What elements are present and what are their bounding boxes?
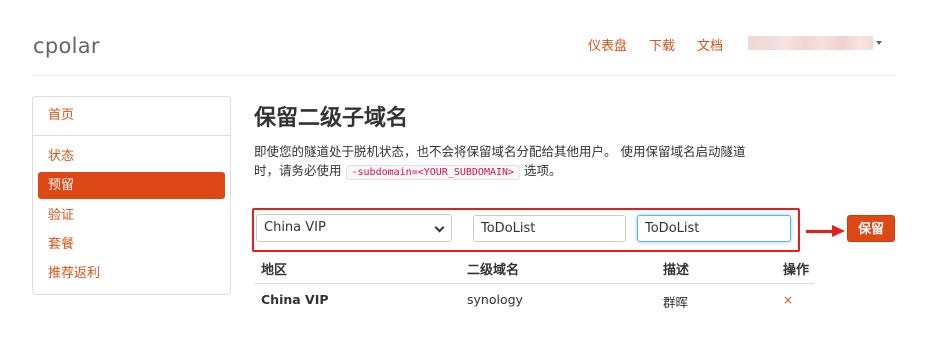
cpolar-logo[interactable]: cpolar (33, 34, 100, 58)
subdomain-input[interactable]: ToDoList (473, 215, 626, 242)
nav-download-link[interactable]: 下载 (649, 35, 675, 54)
region-select-value: China VIP (264, 220, 326, 235)
sidebar-item-status[interactable]: 状态 (38, 143, 225, 170)
table-divider (254, 283, 814, 284)
table-cell-subdomain: synology (467, 292, 523, 307)
table-header-description: 描述 (663, 263, 690, 278)
sidebar-divider (33, 135, 230, 136)
sidebar: 首页 状态 预留 验证 套餐 推荐返利 (32, 96, 231, 295)
page-description: 即使您的隧道处于脱机状态，也不会将保留域名分配给其他用户。 使用保留域名启动隧道… (254, 142, 764, 182)
page-title: 保留二级子域名 (254, 106, 409, 131)
nav-dashboard-link[interactable]: 仪表盘 (588, 35, 627, 54)
sidebar-item-plan[interactable]: 套餐 (38, 231, 225, 258)
sidebar-item-home[interactable]: 首页 (38, 102, 225, 129)
table-header-subdomain: 二级域名 (467, 263, 520, 278)
table-cell-region: China VIP (261, 292, 329, 307)
nav-docs-link[interactable]: 文档 (697, 35, 723, 54)
arrow-right-icon (832, 225, 845, 237)
caret-down-icon[interactable] (876, 41, 882, 45)
sidebar-item-auth[interactable]: 验证 (38, 202, 225, 229)
chevron-down-icon (434, 222, 445, 233)
description-input[interactable]: ToDoList (637, 215, 791, 242)
table-header-region: 地区 (261, 263, 288, 278)
annotation-arrow (806, 230, 834, 233)
delete-icon[interactable]: × (783, 293, 793, 307)
description-text-end: 选项。 (524, 163, 562, 178)
header-divider (33, 75, 895, 76)
subdomain-code-snippet: -subdomain=<YOUR_SUBDOMAIN> (345, 165, 521, 180)
user-menu-blurred[interactable] (748, 36, 873, 50)
sidebar-item-referral[interactable]: 推荐返利 (38, 260, 225, 287)
table-cell-description: 群晖 (663, 295, 689, 310)
reserve-button[interactable]: 保留 (847, 215, 895, 242)
region-select[interactable]: China VIP (256, 214, 452, 242)
table-header-action: 操作 (783, 263, 810, 278)
sidebar-item-reserved[interactable]: 预留 (38, 172, 225, 199)
